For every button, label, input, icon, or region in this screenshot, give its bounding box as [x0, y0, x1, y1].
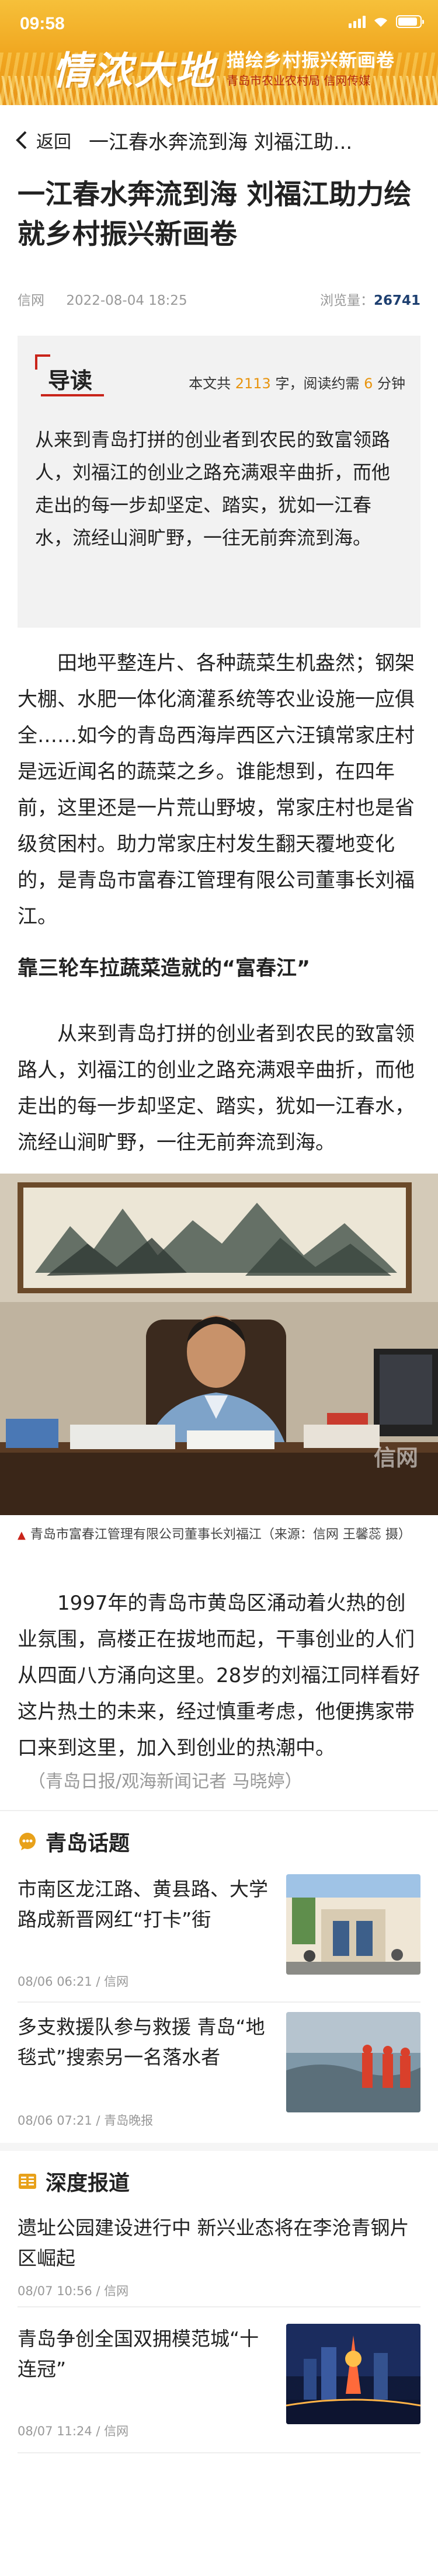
news-info: 08/07 11:24 / 信网 [18, 2424, 129, 2438]
paragraph-3: 1997年的青岛市黄岛区涌动着火热的创业氛围，高楼正在拔地而起，干事创业的人们从… [18, 1592, 420, 1760]
section-header-in-depth: 深度报道 [18, 2166, 130, 2196]
signal-icon [349, 15, 366, 28]
article-headline: 一江春水奔流到海 刘福江助力绘就乡村振兴新画卷 [18, 179, 412, 250]
news-info: 08/06 07:21 / 青岛晚报 [18, 2114, 154, 2128]
summary-tag-label: 导读 [48, 368, 93, 394]
byline: （青岛日报/观海新闻记者 马晓婷） [28, 1771, 303, 1792]
news-title: 市南区龙江路、黄县路、大学路成新晋网红“打卡”街 [18, 1878, 268, 1931]
photo-watermark: 信网 [374, 1445, 418, 1471]
news-info: 08/07 10:56 / 信网 [18, 2284, 129, 2298]
section-title-topics: 青岛话题 [46, 1832, 130, 1856]
view-count-label: 浏览量： [319, 293, 374, 308]
section-divider [0, 2143, 438, 2151]
office-portrait-image: 信网 [0, 1174, 438, 1515]
article-photo[interactable]: 信网 [0, 1174, 438, 1515]
chevron-left-icon [16, 131, 27, 149]
banner-subtitle: 青岛市农业农村局 信网传媒 [227, 74, 371, 88]
news-thumbnail [286, 2324, 420, 2424]
section-divider [0, 1810, 438, 1811]
summary-text: 从来到青岛打拼的创业者到农民的致富领路人，刘福江的创业之路充满艰辛曲折，而他走出… [35, 429, 391, 549]
photo-caption: ▲ 青岛市富春江管理有限公司董事长刘福江（来源：信网 王馨蕊 摄） [18, 1524, 420, 1547]
header-banner: 09:58 情浓大地 描绘乡村振兴新画卷 青岛市农业农村局 信网传媒 [0, 0, 438, 105]
article-date: 2022-08-04 18:25 [66, 293, 187, 308]
caption-triangle-icon: ▲ [18, 1529, 26, 1541]
item-divider [18, 2306, 420, 2307]
back-label: 返回 [36, 132, 71, 152]
word-count: 2113 [235, 375, 271, 392]
item-divider [18, 2452, 420, 2453]
wifi-icon [373, 15, 389, 28]
paragraph-2: 从来到青岛打拼的创业者到农民的致富领路人，刘福江的创业之路充满艰辛曲折，而他走出… [18, 1022, 415, 1154]
section-subheading: 靠三轮车拉蔬菜造就的“富春江” [18, 957, 311, 980]
news-item[interactable]: 多支救援队参与救援 青岛“地毯式”搜索另一名落水者 08/06 07:21 / … [18, 2012, 420, 2129]
news-thumbnail [286, 1874, 420, 1975]
summary-box: 导读 本文共 2113 字，阅读约需 6 分钟 从来到青岛打拼的创业者到农民的致… [18, 336, 420, 628]
photo-caption-text: 青岛市富春江管理有限公司董事长刘福江（来源：信网 王馨蕊 摄） [30, 1527, 411, 1542]
banner-title: 描绘乡村振兴新画卷 [227, 50, 395, 71]
reading-info: 本文共 2113 字，阅读约需 6 分钟 [189, 375, 405, 392]
news-info: 08/06 06:21 / 信网 [18, 1975, 129, 1989]
news-title: 青岛争创全国双拥模范城“十连冠” [18, 2327, 259, 2380]
news-title: 多支救援队参与救援 青岛“地毯式”搜索另一名落水者 [18, 2015, 265, 2069]
status-icons [349, 15, 424, 28]
news-thumbnail [286, 2012, 420, 2112]
nav-bar: 返回 一江春水奔流到海 刘福江助... [0, 105, 438, 175]
banner-logo: 情浓大地 [53, 48, 216, 93]
section-title-in-depth: 深度报道 [46, 2171, 130, 2195]
view-count: 浏览量：26741 [320, 289, 420, 309]
news-item[interactable]: 青岛争创全国双拥模范城“十连冠” 08/07 11:24 / 信网 [18, 2324, 420, 2441]
view-count-value: 26741 [373, 293, 420, 308]
summary-tag: 导读 [35, 354, 104, 396]
open-book-icon [19, 2174, 36, 2189]
news-item[interactable]: 市南区龙江路、黄县路、大学路成新晋网红“打卡”街 08/06 06:21 / 信… [18, 1874, 420, 1991]
chat-bubble-icon [19, 1833, 36, 1850]
read-minutes: 6 [364, 375, 373, 392]
item-divider [18, 2001, 420, 2003]
paragraph-1: 田地平整连片、各种蔬菜生机盎然；钢架大棚、水肥一体化滴灌系统等农业设施一应俱全…… [18, 652, 415, 928]
news-item[interactable]: 遗址公园建设进行中 新兴业态将在李沧青钢片区崛起 08/07 10:56 / 信… [18, 2213, 420, 2300]
battery-icon [396, 15, 424, 28]
nav-title: 一江春水奔流到海 刘福江助... [89, 130, 353, 154]
article-source: 信网 [18, 293, 44, 308]
article-meta: 信网 2022-08-04 18:25 浏览量：26741 [18, 289, 420, 309]
status-time: 09:58 [20, 14, 65, 33]
news-title: 遗址公园建设进行中 新兴业态将在李沧青钢片区崛起 [18, 2216, 409, 2269]
section-header-topics: 青岛话题 [18, 1826, 130, 1857]
back-button[interactable]: 返回 [0, 127, 71, 153]
